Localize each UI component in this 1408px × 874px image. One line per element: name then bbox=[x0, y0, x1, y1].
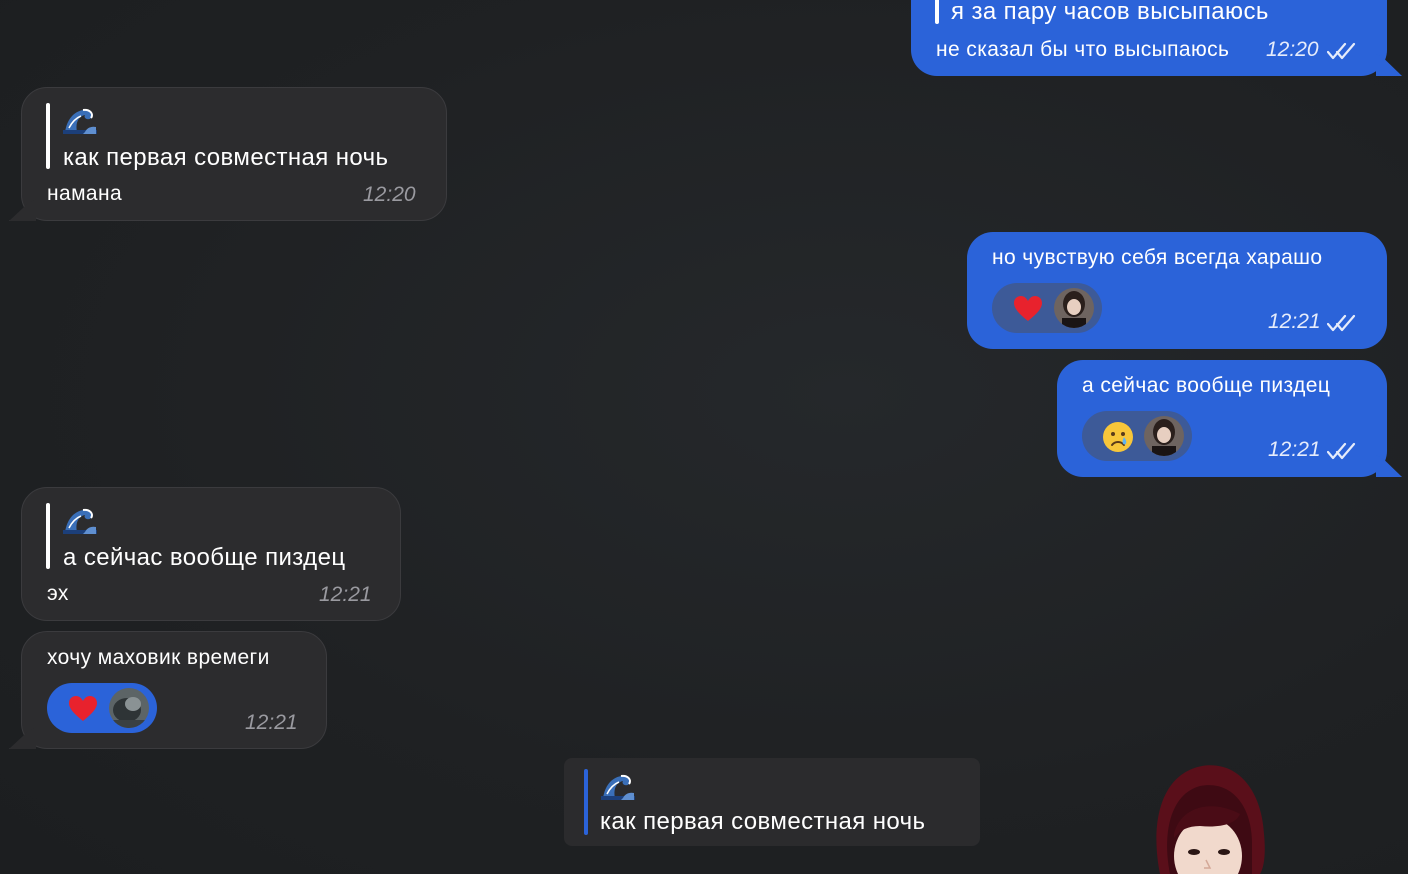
wave-emoji-icon bbox=[63, 108, 97, 134]
incoming-message[interactable]: а сейчас вообще пиздец эх 12:21 bbox=[21, 487, 401, 621]
incoming-message[interactable]: хочу маховик времеги 12:21 bbox=[21, 631, 327, 749]
heart-reaction-icon bbox=[1014, 296, 1042, 321]
reply-quote-bar bbox=[46, 103, 50, 169]
reply-quote-text: а сейчас вообще пиздец bbox=[63, 544, 346, 571]
reply-quote-text: я за пару часов высыпаюсь bbox=[951, 0, 1269, 25]
crying-face-reaction-icon bbox=[1103, 422, 1133, 452]
double-check-icon bbox=[1327, 42, 1356, 60]
bubble-tail bbox=[1376, 54, 1402, 76]
message-time: 12:21 bbox=[319, 583, 372, 606]
reaction-chip[interactable] bbox=[992, 283, 1102, 333]
partner-avatar bbox=[1156, 765, 1265, 874]
chat-view: я за пару часов высыпаюсь не сказал бы ч… bbox=[0, 0, 1408, 874]
reaction-chip[interactable] bbox=[47, 683, 157, 733]
incoming-message[interactable]: как первая совместная ночь намана 12:20 bbox=[21, 87, 447, 221]
double-check-icon bbox=[1327, 442, 1356, 460]
message-time: 12:21 bbox=[1268, 310, 1321, 333]
message-text: эх bbox=[47, 582, 69, 605]
wave-emoji-icon bbox=[63, 508, 97, 534]
reactor-avatar bbox=[109, 688, 149, 728]
message-time: 12:21 bbox=[1268, 438, 1321, 461]
message-time: 12:20 bbox=[1266, 38, 1319, 61]
reply-quote-bar bbox=[46, 503, 50, 569]
outgoing-message[interactable]: а сейчас вообще пиздец 12:21 bbox=[1057, 360, 1387, 477]
reactor-avatar bbox=[1054, 288, 1094, 328]
reply-preview-text: как первая совместная ночь bbox=[600, 808, 926, 835]
message-time: 12:21 bbox=[245, 711, 298, 734]
message-text: намана bbox=[47, 182, 123, 205]
double-check-icon bbox=[1327, 314, 1356, 332]
outgoing-message[interactable]: но чувствую себя всегда харашо 12:21 bbox=[967, 232, 1387, 349]
heart-reaction-icon bbox=[69, 696, 97, 721]
reply-preview[interactable]: как первая совместная ночь bbox=[564, 758, 980, 846]
message-text: хочу маховик времеги bbox=[47, 646, 270, 669]
reaction-chip[interactable] bbox=[1082, 411, 1192, 461]
message-time: 12:20 bbox=[363, 183, 416, 206]
message-text: а сейчас вообще пиздец bbox=[1082, 374, 1331, 397]
reply-quote-text: как первая совместная ночь bbox=[63, 144, 389, 171]
outgoing-message[interactable]: я за пару часов высыпаюсь не сказал бы ч… bbox=[911, 0, 1387, 76]
reply-quote-bar bbox=[935, 0, 939, 24]
message-text: но чувствую себя всегда харашо bbox=[992, 246, 1323, 269]
reactor-avatar bbox=[1144, 416, 1184, 456]
bubble-tail bbox=[1376, 455, 1402, 477]
wave-emoji-icon bbox=[601, 774, 635, 800]
reply-preview-bar bbox=[584, 769, 588, 835]
message-text: не сказал бы что высыпаюсь bbox=[936, 38, 1230, 61]
